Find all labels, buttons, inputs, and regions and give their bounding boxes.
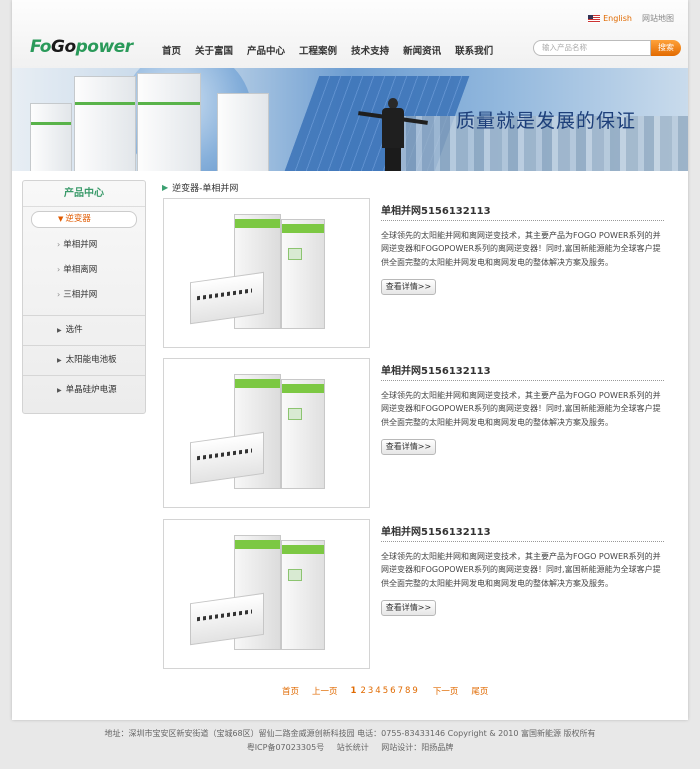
sub-item-label: 单相并网 — [63, 240, 98, 250]
main-nav: 首页 关于富国 产品中心 工程案例 技术支持 新闻资讯 联系我们 — [155, 43, 500, 57]
design-credit: 网站设计：阳扬品牌 — [381, 743, 454, 752]
category-label: 选件 — [65, 325, 83, 335]
product-description: 全球领先的太阳能并网和离网逆变技术，其主要产品为FOGO POWER系列的并网逆… — [381, 391, 661, 427]
product-title[interactable]: 单相并网5156132113 — [381, 523, 491, 538]
footer: 地址：深圳市宝安区新安街道（宝城68区）留仙二路金威源创新科技园 电话：0755… — [0, 727, 700, 755]
breadcrumb-label: 逆变器-单相并网 — [172, 184, 239, 194]
sub-item-label: 单相离网 — [63, 265, 98, 275]
page-container: English 网站地图 FoGopower 首页 关于富国 产品中心 工程案例… — [12, 0, 688, 720]
product-description: 全球领先的太阳能并网和离网逆变技术，其主要产品为FOGO POWER系列的并网逆… — [381, 231, 661, 267]
nav-products[interactable]: 产品中心 — [240, 43, 292, 57]
triangle-right-icon: ▶ — [57, 387, 62, 394]
search-bar: 输入产品名称 搜索 — [533, 40, 681, 56]
product-title[interactable]: 单相并网5156132113 — [381, 362, 491, 377]
pager-page[interactable]: 5 — [383, 686, 388, 696]
nav-contact[interactable]: 联系我们 — [448, 43, 500, 57]
product-item: 单相并网5156132113 全球领先的太阳能并网和离网逆变技术，其主要产品为F… — [163, 358, 664, 508]
product-image[interactable] — [163, 358, 370, 508]
view-details-button[interactable]: 查看详情>> — [381, 279, 436, 295]
logo[interactable]: FoGopower — [30, 37, 133, 57]
logo-part-go: Go — [50, 37, 76, 57]
pager-page[interactable]: 4 — [375, 686, 380, 696]
product-title[interactable]: 单相并网5156132113 — [381, 202, 491, 217]
product-item: 单相并网5156132113 全球领先的太阳能并网和离网逆变技术，其主要产品为F… — [163, 519, 664, 669]
view-details-button[interactable]: 查看详情>> — [381, 600, 436, 616]
product-item: 单相并网5156132113 全球领先的太阳能并网和离网逆变技术，其主要产品为F… — [163, 198, 664, 348]
pager-next[interactable]: 下一页 — [433, 685, 459, 697]
pager-page[interactable]: 8 — [405, 686, 410, 696]
triangle-down-icon: ▼ — [58, 215, 64, 223]
banner-slogan: 质量就是发展的保证 — [456, 110, 637, 132]
pager-prev[interactable]: 上一页 — [312, 685, 338, 697]
banner: 质量就是发展的保证 — [12, 68, 688, 171]
cabinet-graphic — [217, 93, 269, 171]
us-flag-icon — [588, 14, 601, 23]
chevron-right-icon: › — [57, 265, 61, 274]
pager-page[interactable]: 3 — [368, 686, 373, 696]
sidebar-title: 产品中心 — [23, 181, 145, 207]
breadcrumb: ▶ 逆变器-单相并网 — [162, 181, 238, 194]
stats-link[interactable]: 站长统计 — [337, 743, 369, 752]
sidebar-category[interactable]: ▶ 太阳能电池板 — [23, 345, 145, 375]
sitemap-link[interactable]: 网站地图 — [642, 13, 674, 24]
divider — [381, 541, 664, 542]
search-input[interactable]: 输入产品名称 — [533, 40, 651, 56]
logo-part-power: power — [75, 37, 133, 57]
pager-last[interactable]: 尾页 — [471, 685, 488, 697]
category-label: 单晶硅炉电源 — [65, 385, 117, 395]
pager-page[interactable]: 2 — [360, 686, 365, 696]
chevron-right-icon: › — [57, 290, 61, 299]
businessman-graphic — [358, 98, 428, 171]
sidebar-sub-item[interactable]: › 三相并网 — [23, 282, 145, 307]
sidebar-category[interactable]: ▶ 选件 — [23, 315, 145, 345]
nav-support[interactable]: 技术支持 — [344, 43, 396, 57]
pager-page-current[interactable]: 1 — [351, 686, 357, 696]
sidebar-active-label: 逆变器 — [65, 214, 91, 224]
nav-news[interactable]: 新闻资讯 — [396, 43, 448, 57]
top-links: English 网站地图 — [588, 13, 674, 24]
product-description: 全球领先的太阳能并网和离网逆变技术，其主要产品为FOGO POWER系列的并网逆… — [381, 552, 661, 588]
cabinet-graphic — [74, 76, 136, 171]
triangle-right-icon: ▶ — [162, 183, 169, 192]
english-label: English — [603, 14, 632, 23]
pager-page[interactable]: 6 — [390, 686, 395, 696]
product-image[interactable] — [163, 519, 370, 669]
pager-first[interactable]: 首页 — [282, 685, 299, 697]
cabinet-graphic — [137, 73, 201, 171]
footer-address: 地址：深圳市宝安区新安街道（宝城68区）留仙二路金威源创新科技园 电话：0755… — [104, 729, 596, 738]
category-label: 太阳能电池板 — [65, 355, 117, 365]
triangle-right-icon: ▶ — [57, 327, 62, 334]
cabinet-graphic — [30, 103, 72, 171]
divider — [381, 380, 664, 381]
product-image[interactable] — [163, 198, 370, 348]
pagination: 首页 上一页 1 2 3 4 5 6 7 8 9 下一页 尾页 — [282, 685, 488, 697]
header: English 网站地图 FoGopower 首页 关于富国 产品中心 工程案例… — [12, 0, 688, 68]
sub-item-label: 三相并网 — [63, 290, 98, 300]
pager-page[interactable]: 7 — [398, 686, 403, 696]
footer-links: 粤ICP备07023305号 站长统计 网站设计：阳扬品牌 — [0, 741, 700, 755]
sidebar-category[interactable]: ▶ 单晶硅炉电源 — [23, 375, 145, 405]
chevron-right-icon: › — [57, 240, 61, 249]
nav-cases[interactable]: 工程案例 — [292, 43, 344, 57]
english-link[interactable]: English — [588, 14, 632, 23]
divider — [381, 220, 664, 221]
pager-numbers: 1 2 3 4 5 6 7 8 9 — [351, 686, 420, 696]
triangle-right-icon: ▶ — [57, 357, 62, 364]
product-sidebar: 产品中心 ▼ 逆变器 › 单相并网 › 单相离网 › 三相并网 ▶ 选件 ▶ 太阳能电池板 … — [22, 180, 146, 414]
pager-page[interactable]: 9 — [412, 686, 417, 696]
search-button[interactable]: 搜索 — [651, 40, 681, 56]
logo-part-fo: Fo — [30, 37, 51, 57]
icp-link[interactable]: 粤ICP备07023305号 — [247, 743, 325, 752]
sidebar-active-category[interactable]: ▼ 逆变器 — [31, 211, 137, 228]
sidebar-sub-item[interactable]: › 单相离网 — [23, 257, 145, 282]
nav-home[interactable]: 首页 — [155, 43, 188, 57]
view-details-button[interactable]: 查看详情>> — [381, 439, 436, 455]
nav-about[interactable]: 关于富国 — [188, 43, 240, 57]
sidebar-sub-item[interactable]: › 单相并网 — [23, 232, 145, 257]
